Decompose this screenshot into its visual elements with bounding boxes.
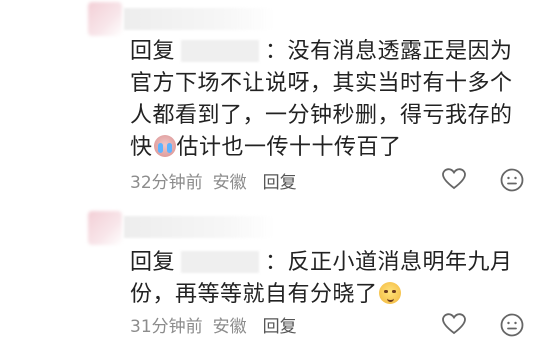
- reply-prefix: 回复: [130, 39, 176, 64]
- crying-emoji-icon: [153, 135, 176, 157]
- face-icon[interactable]: [500, 313, 524, 337]
- comment-text-part2: 估计也一传十十传百了: [176, 135, 402, 160]
- comment-time: 32分钟前: [130, 173, 203, 193]
- heart-icon[interactable]: [442, 168, 466, 190]
- reply-button[interactable]: 回复: [263, 173, 297, 193]
- username-blurred[interactable]: [124, 216, 274, 238]
- smug-emoji-icon: [378, 282, 401, 304]
- username-blurred[interactable]: [124, 8, 274, 30]
- comment-item: 回复 ：没有消息透露正是因为官方下场不让说呀，其实当时有十多个人都看到了，一分钟秒…: [0, 0, 550, 200]
- colon: ：: [265, 250, 288, 275]
- comment-meta: 31分钟前 安徽 回复: [130, 312, 307, 337]
- comment-text: 回复 ：没有消息透露正是因为官方下场不让说呀，其实当时有十多个人都看到了，一分钟秒…: [130, 36, 525, 164]
- comment-time: 31分钟前: [130, 317, 203, 337]
- comment-item: 回复 ：反正小道消息明年九月份，再等等就自有分晓了 31分钟前 安徽 回复: [0, 205, 550, 345]
- heart-icon[interactable]: [442, 313, 466, 335]
- comment-meta: 32分钟前 安徽 回复: [130, 168, 307, 193]
- reply-prefix: 回复: [130, 250, 176, 275]
- comment-location: 安徽: [212, 317, 247, 337]
- colon: ：: [265, 39, 288, 64]
- avatar[interactable]: [88, 211, 122, 245]
- mention-blurred[interactable]: [181, 251, 260, 273]
- reply-button[interactable]: 回复: [263, 317, 297, 337]
- face-icon[interactable]: [500, 168, 524, 192]
- avatar[interactable]: [88, 2, 122, 36]
- comment-text: 回复 ：反正小道消息明年九月份，再等等就自有分晓了: [130, 247, 525, 311]
- comment-location: 安徽: [212, 173, 247, 193]
- mention-blurred[interactable]: [181, 40, 260, 62]
